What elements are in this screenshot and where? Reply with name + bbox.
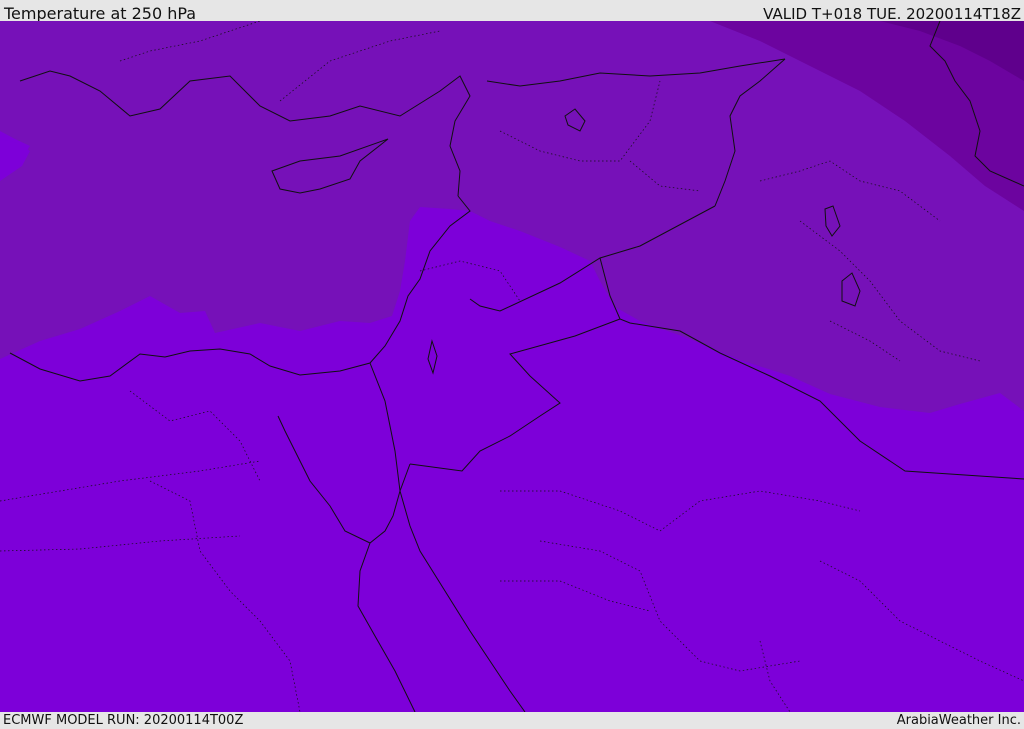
header-bar: Temperature at 250 hPa VALID T+018 TUE. … [0, 0, 1024, 23]
credit-text: ArabiaWeather Inc. [896, 713, 1021, 728]
footer-bar: ECMWF MODEL RUN: 20200114T00Z ArabiaWeat… [0, 712, 1024, 729]
model-run: ECMWF MODEL RUN: 20200114T00Z [3, 713, 244, 728]
map-canvas [0, 21, 1024, 712]
weather-map[interactable] [0, 21, 1024, 712]
